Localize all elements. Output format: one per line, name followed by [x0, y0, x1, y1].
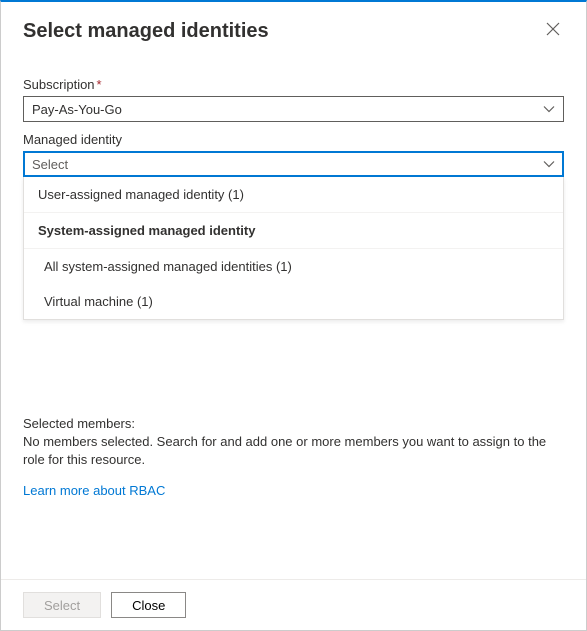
panel-title: Select managed identities	[23, 20, 269, 43]
subscription-value: Pay-As-You-Go	[32, 102, 122, 117]
learn-more-link[interactable]: Learn more about RBAC	[23, 483, 165, 498]
selected-members-label: Selected members:	[23, 416, 564, 431]
managed-identity-placeholder: Select	[32, 157, 68, 172]
managed-identity-label: Managed identity	[23, 132, 564, 147]
dropdown-group-system-assigned: System-assigned managed identity	[24, 213, 563, 249]
close-button[interactable]: Close	[111, 592, 186, 618]
footer: Select Close	[1, 579, 586, 630]
subscription-select[interactable]: Pay-As-You-Go	[23, 96, 564, 122]
managed-identity-select[interactable]: Select	[23, 151, 564, 177]
chevron-down-icon	[543, 160, 555, 168]
dropdown-option-user-assigned[interactable]: User-assigned managed identity (1)	[24, 177, 563, 213]
selected-members-message: No members selected. Search for and add …	[23, 433, 564, 469]
dropdown-option-virtual-machine[interactable]: Virtual machine (1)	[24, 284, 563, 319]
chevron-down-icon	[543, 105, 555, 113]
dropdown-option-all-system[interactable]: All system-assigned managed identities (…	[24, 249, 563, 284]
close-icon[interactable]	[542, 20, 564, 42]
required-asterisk: *	[97, 77, 102, 92]
subscription-label: Subscription*	[23, 77, 564, 92]
managed-identity-dropdown: User-assigned managed identity (1) Syste…	[23, 177, 564, 320]
select-button: Select	[23, 592, 101, 618]
